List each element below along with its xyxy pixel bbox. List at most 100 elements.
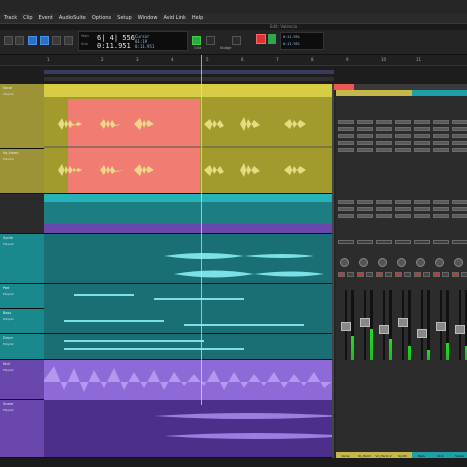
insert-slot[interactable] [357,141,373,145]
volume-fader[interactable] [436,321,446,331]
track-playlist[interactable]: Playlist [3,317,14,321]
insert-slot[interactable] [338,141,354,145]
send-slot[interactable] [452,214,467,218]
track-name[interactable]: Snare [3,402,13,406]
pan-knob[interactable] [454,258,463,267]
insert-slot[interactable] [338,134,354,138]
menu-track[interactable]: Track [4,15,17,21]
insert-slot[interactable] [357,120,373,124]
io-selector[interactable] [357,240,373,244]
insert-slot[interactable] [452,141,467,145]
clip-vocal[interactable] [44,84,334,194]
menu-help[interactable]: Help [192,15,203,21]
play-button[interactable] [268,34,276,44]
track-header-folder[interactable] [0,194,44,234]
volume-fader[interactable] [417,328,427,338]
track-playlist[interactable]: Playlist [3,408,14,412]
track-playlist[interactable]: Playlist [3,157,14,161]
insert-slot[interactable] [414,127,430,131]
insert-slot[interactable] [433,148,449,152]
menu-options[interactable]: Options [92,15,111,21]
track-playlist[interactable]: Playlist [3,342,14,346]
track-name[interactable]: Pad [3,286,9,290]
insert-slot[interactable] [395,134,411,138]
insert-slot[interactable] [357,127,373,131]
solo-button[interactable] [347,272,354,277]
send-slot[interactable] [395,207,411,211]
solo-button[interactable] [461,272,467,277]
marker-ruler[interactable] [0,66,467,84]
timeline-ruler[interactable]: 1 2 3 4 5 6 7 8 9 10 11 [0,55,467,66]
track-name[interactable]: Bass [3,311,11,315]
insert-slot[interactable] [338,148,354,152]
send-slot[interactable] [414,200,430,204]
track-header-snare[interactable]: Snare Playlist [0,400,44,458]
insert-slot[interactable] [433,120,449,124]
track-header-kick[interactable]: Kick Playlist [0,360,44,400]
send-slot[interactable] [338,214,354,218]
clip-drum[interactable] [44,334,334,360]
insert-slot[interactable] [414,134,430,138]
send-slot[interactable] [414,207,430,211]
insert-slot[interactable] [452,134,467,138]
insert-slot[interactable] [395,141,411,145]
solo-button[interactable] [404,272,411,277]
insert-slot[interactable] [452,120,467,124]
volume-fader[interactable] [455,325,465,334]
send-slot[interactable] [395,214,411,218]
menu-event[interactable]: Event [39,15,53,21]
track-name[interactable]: Vo_Harm [3,151,19,155]
send-slot[interactable] [376,200,392,204]
insert-slot[interactable] [376,134,392,138]
send-slot[interactable] [376,214,392,218]
insert-slot[interactable] [395,120,411,124]
selector-tool-button[interactable] [28,36,37,45]
clip-folder[interactable] [44,194,334,234]
pencil-tool-button[interactable] [64,36,73,45]
grid-value-button[interactable] [206,36,215,45]
send-slot[interactable] [357,207,373,211]
track-header-vocal[interactable]: Vocal Playlist [0,84,44,149]
pan-knob[interactable] [340,258,349,267]
menu-audiosuite[interactable]: AudioSuite [59,15,86,21]
insert-slot[interactable] [433,134,449,138]
menu-window[interactable]: Window [138,15,158,21]
zoom-tool-button[interactable] [4,36,13,45]
clip-pad-bass[interactable] [44,284,334,334]
insert-slot[interactable] [452,148,467,152]
track-playlist[interactable]: Playlist [3,368,14,372]
pan-knob[interactable] [435,258,444,267]
insert-slot[interactable] [414,141,430,145]
solo-button[interactable] [385,272,392,277]
solo-button[interactable] [442,272,449,277]
nudge-value-button[interactable] [232,36,241,45]
record-arm-button[interactable] [357,272,364,277]
insert-slot[interactable] [452,127,467,131]
solo-button[interactable] [366,272,373,277]
send-slot[interactable] [433,214,449,218]
insert-slot[interactable] [357,134,373,138]
insert-slot[interactable] [414,120,430,124]
track-playlist[interactable]: Playlist [3,292,14,296]
send-slot[interactable] [433,207,449,211]
insert-slot[interactable] [338,127,354,131]
record-arm-button[interactable] [395,272,402,277]
pan-knob[interactable] [359,258,368,267]
io-selector[interactable] [395,240,411,244]
io-selector[interactable] [338,240,354,244]
record-arm-button[interactable] [376,272,383,277]
volume-fader[interactable] [360,318,370,327]
insert-slot[interactable] [376,127,392,131]
menu-avid-link[interactable]: Avid Link [163,15,185,21]
send-slot[interactable] [376,207,392,211]
insert-slot[interactable] [376,148,392,152]
trim-tool-button[interactable] [15,36,24,45]
send-slot[interactable] [357,214,373,218]
pan-knob[interactable] [378,258,387,267]
io-selector[interactable] [452,240,467,244]
pan-knob[interactable] [416,258,425,267]
io-selector[interactable] [376,240,392,244]
io-selector[interactable] [433,240,449,244]
send-slot[interactable] [395,200,411,204]
track-playlist[interactable]: Playlist [3,242,14,246]
